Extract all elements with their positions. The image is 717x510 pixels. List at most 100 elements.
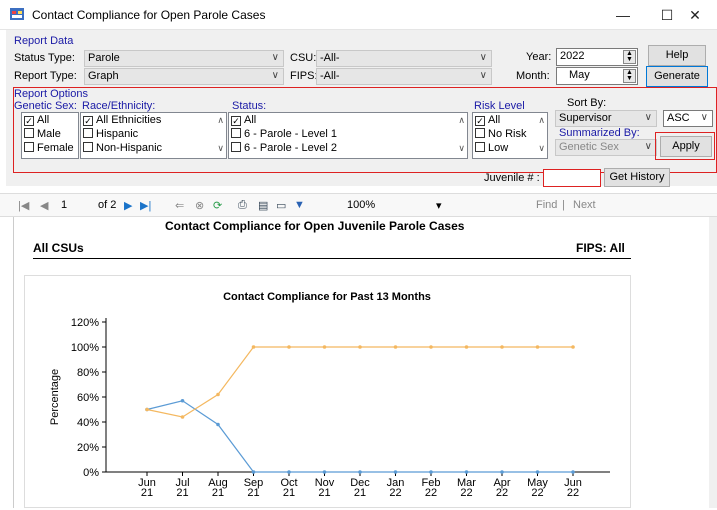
csu-dropdown[interactable]: -All- ∨ [316,50,492,67]
report-type-dropdown[interactable]: Graph ∨ [84,68,284,85]
last-page-icon[interactable]: ▶| [140,199,151,212]
list-item[interactable]: ✓ All [473,113,547,127]
data-point [287,345,291,349]
data-point [287,470,291,474]
list-item[interactable]: ✓ All [229,113,467,127]
chevron-down-icon: ∨ [271,52,279,63]
checkbox[interactable] [24,128,34,138]
list-item[interactable]: Non-Hispanic [81,141,226,155]
scroll-down-icon[interactable]: ∨ [217,143,224,154]
month-spinner[interactable]: May ▲ ▼ [556,67,638,85]
checkbox[interactable] [83,128,93,138]
spin-arrows-icon[interactable]: ▲ ▼ [623,50,636,64]
scroll-down-icon[interactable]: ∨ [458,143,465,154]
chevron-down-icon: ∨ [644,112,652,123]
series-line-1 [146,400,573,473]
apply-button[interactable]: Apply [660,136,712,157]
list-item[interactable]: Female [22,141,78,155]
list-item[interactable]: No Risk [473,127,547,141]
help-button[interactable]: Help [648,45,706,66]
series-line-2 [146,346,573,418]
year-spinner[interactable]: 2022 ▲ ▼ [556,48,638,66]
scroll-up-icon[interactable]: ∧ [538,115,545,126]
checkbox[interactable] [231,142,241,152]
list-item[interactable]: ✓ All Ethnicities [81,113,226,127]
data-point [358,345,362,349]
app-icon [10,8,24,20]
checkbox[interactable]: ✓ [475,116,485,126]
chart-title: Contact Compliance for Past 13 Months [223,291,431,303]
list-item[interactable]: Low [473,141,547,155]
list-item[interactable]: Hispanic [81,127,226,141]
find-link[interactable]: Find [536,199,557,211]
current-page-input[interactable]: 1 [61,199,67,211]
x-tick-label: 22 [567,487,579,499]
checkbox[interactable] [475,128,485,138]
status-list[interactable]: ✓ All 6 - Parole - Level 1 6 - Parole - L… [228,112,468,159]
checkbox[interactable] [83,142,93,152]
year-label: Year: [526,51,552,63]
month-label: Month: [516,70,550,82]
list-item[interactable]: Male [22,127,78,141]
back-icon[interactable]: ⇐ [175,199,184,212]
scroll-up-icon[interactable]: ∧ [217,115,224,126]
first-page-icon[interactable]: |◀ [18,199,29,212]
chevron-down-icon[interactable]: ▾ [436,199,442,212]
minimize-button[interactable]: — [600,0,646,30]
list-item[interactable]: 6 - Parole - Level 2 [229,141,467,155]
x-tick-label: 21 [318,487,330,499]
sort-direction-dropdown[interactable]: ASC ∨ [663,110,713,127]
genetic-sex-list[interactable]: ✓ All Male Female [21,112,79,159]
checkbox[interactable] [475,142,485,152]
refresh-icon[interactable]: ⟳ [213,199,222,212]
checkbox[interactable]: ✓ [231,116,241,126]
previous-page-icon[interactable]: ◀ [40,199,48,212]
print-layout-icon[interactable]: ▤ [258,199,268,212]
print-icon[interactable]: ⎙ [238,199,247,212]
report-type-value: Graph [88,70,119,82]
data-point [180,415,185,419]
x-tick-label: 22 [425,487,437,499]
data-point [322,470,327,474]
list-item[interactable]: ✓ All [22,113,78,127]
close-button[interactable]: ✕ [672,0,717,30]
checkbox[interactable]: ✓ [24,116,34,126]
status-type-value: Parole [88,52,120,64]
fips-dropdown[interactable]: -All- ∨ [316,68,492,85]
list-item[interactable]: 6 - Parole - Level 1 [229,127,467,141]
data-point [251,345,256,349]
checkbox[interactable]: ✓ [83,116,93,126]
next-link[interactable]: Next [573,199,596,211]
stop-icon[interactable]: ⊗ [195,199,204,212]
spin-arrows-icon[interactable]: ▲ ▼ [623,69,636,83]
zoom-dropdown[interactable]: 100% [347,199,375,211]
y-tick-label: 40% [77,417,99,429]
export-icon[interactable]: ▼ [294,199,305,211]
y-tick-label: 20% [77,442,99,454]
summarized-by-value: Genetic Sex [559,141,619,153]
data-point [216,392,220,397]
status-type-dropdown[interactable]: Parole ∨ [84,50,284,67]
summarized-by-dropdown: Genetic Sex ∨ [555,139,657,156]
x-tick-label: 22 [389,487,401,499]
checkbox[interactable] [24,142,34,152]
checkbox[interactable] [231,128,241,138]
scroll-up-icon[interactable]: ∧ [458,115,465,126]
data-point [358,470,362,474]
next-page-icon[interactable]: ▶ [124,199,132,212]
risk-level-list[interactable]: ✓ All No Risk Low ∧ ∨ [472,112,548,159]
y-tick-label: 100% [71,342,99,354]
get-history-button[interactable]: Get History [604,168,670,187]
data-point [322,345,327,349]
sort-by-dropdown[interactable]: Supervisor ∨ [555,110,657,127]
generate-button[interactable]: Generate [646,66,708,87]
data-point [393,470,398,474]
x-tick-label: 21 [212,487,224,499]
race-ethnicity-list[interactable]: ✓ All Ethnicities Hispanic Non-Hispanic ∧… [80,112,227,159]
header-rule [33,258,631,259]
vertical-scrollbar[interactable] [709,217,717,508]
page-setup-icon[interactable]: ▭ [276,199,286,212]
scroll-down-icon[interactable]: ∨ [538,143,545,154]
risk-level-label: Risk Level [474,100,525,112]
juvenile-number-input[interactable] [543,169,601,187]
